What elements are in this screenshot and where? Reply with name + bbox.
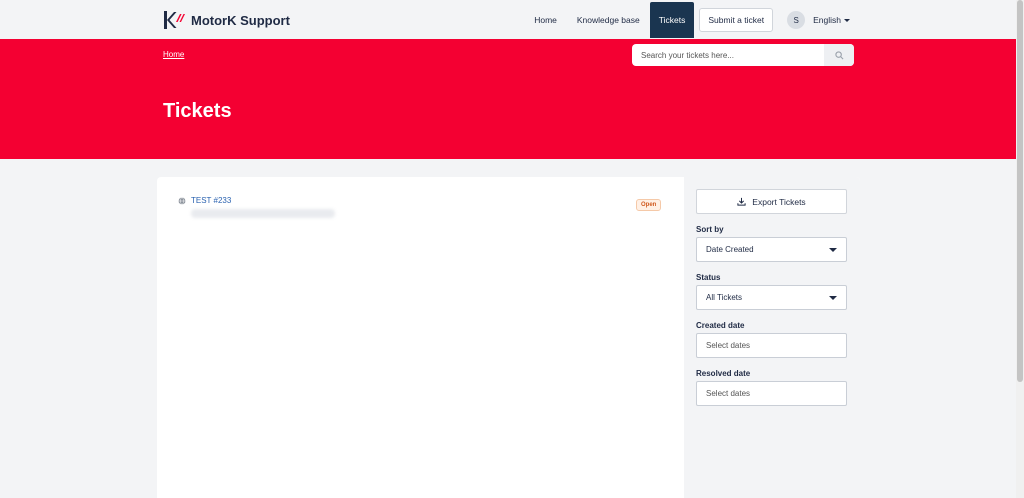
page-title: Tickets bbox=[163, 100, 232, 122]
resolved-date-input[interactable] bbox=[696, 381, 847, 406]
tickets-card: TEST #233 Open Export Tickets Sort by Da… bbox=[157, 177, 860, 498]
user-avatar[interactable]: S bbox=[787, 11, 806, 29]
main-nav: Home Knowledge base Tickets Submit a tic… bbox=[524, 2, 850, 38]
resolved-date-label: Resolved date bbox=[696, 369, 751, 378]
sort-by-value: Date Created bbox=[706, 245, 754, 254]
dropdown-arrow-icon bbox=[829, 295, 837, 300]
nav-knowledge-base[interactable]: Knowledge base bbox=[567, 2, 650, 38]
export-label: Export Tickets bbox=[752, 196, 806, 207]
created-date-input[interactable] bbox=[696, 333, 847, 358]
brand-name: MotorK Support bbox=[191, 12, 290, 28]
search-icon bbox=[834, 50, 843, 59]
ticket-list: TEST #233 Open bbox=[157, 177, 684, 498]
nav-home[interactable]: Home bbox=[524, 2, 567, 38]
nav-tickets[interactable]: Tickets bbox=[649, 2, 695, 38]
language-selector[interactable]: English bbox=[813, 15, 850, 25]
filter-sidebar: Export Tickets Sort by Date Created Stat… bbox=[684, 177, 860, 498]
globe-icon bbox=[178, 197, 186, 205]
motork-logo-icon bbox=[164, 11, 185, 29]
page-scrollbar[interactable] bbox=[1016, 0, 1024, 498]
scrollbar-thumb[interactable] bbox=[1017, 0, 1023, 382]
status-badge: Open bbox=[636, 199, 662, 211]
sort-by-select[interactable]: Date Created bbox=[696, 237, 847, 262]
created-date-label: Created date bbox=[696, 321, 745, 330]
status-select[interactable]: All Tickets bbox=[696, 285, 847, 310]
language-label: English bbox=[813, 15, 841, 25]
sort-by-label: Sort by bbox=[696, 225, 724, 234]
export-tickets-button[interactable]: Export Tickets bbox=[696, 189, 847, 214]
ticket-title-link[interactable]: TEST #233 bbox=[191, 196, 335, 205]
ticket-search bbox=[632, 44, 854, 66]
brand-logo[interactable]: MotorK Support bbox=[163, 9, 290, 31]
ticket-description-blurred bbox=[191, 209, 335, 218]
submit-ticket-button[interactable]: Submit a ticket bbox=[699, 8, 774, 32]
search-input[interactable] bbox=[632, 50, 824, 60]
status-value: All Tickets bbox=[706, 293, 743, 302]
top-header: MotorK Support Home Knowledge base Ticke… bbox=[0, 0, 1016, 39]
breadcrumb-home[interactable]: Home bbox=[163, 50, 184, 59]
hero-banner: Home Tickets bbox=[0, 39, 1016, 159]
download-icon bbox=[737, 197, 746, 206]
ticket-item[interactable]: TEST #233 bbox=[178, 196, 335, 218]
dropdown-arrow-icon bbox=[829, 247, 837, 252]
status-label: Status bbox=[696, 273, 721, 282]
search-button[interactable] bbox=[824, 44, 854, 66]
caret-down-icon bbox=[844, 18, 850, 22]
